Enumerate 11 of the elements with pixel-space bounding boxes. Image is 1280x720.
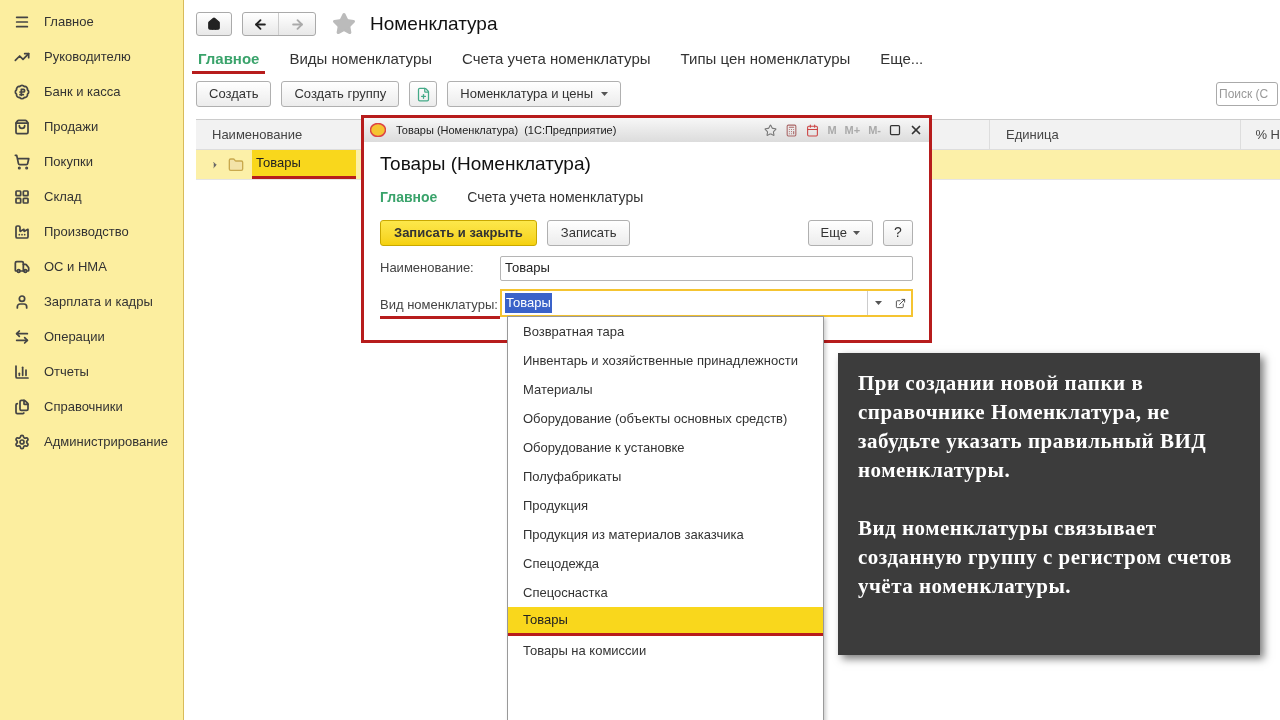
page-title: Номенклатура (370, 11, 498, 36)
note-text: При создании новой папки в справочнике Номенклатура, не забудьте указать правильный ВИД номенклатуры. (858, 370, 1208, 484)
note-text: Вид номенклатуры связывает созданную группу с регистром счетов учёта номенклатуры. (858, 515, 1233, 600)
table-cell: Товары (252, 150, 356, 179)
dialog-window-title: Товары (Номенклатура) (1С:Предприятие) (396, 122, 617, 138)
field-value: Товары (505, 293, 552, 313)
dialog-heading: Товары (Номенклатура) (380, 152, 592, 176)
field-label: Наименование: (380, 259, 475, 278)
field-value: Товары (505, 259, 550, 278)
column-header: Единица (990, 120, 1242, 149)
column-header: % Н (1254, 125, 1280, 144)
